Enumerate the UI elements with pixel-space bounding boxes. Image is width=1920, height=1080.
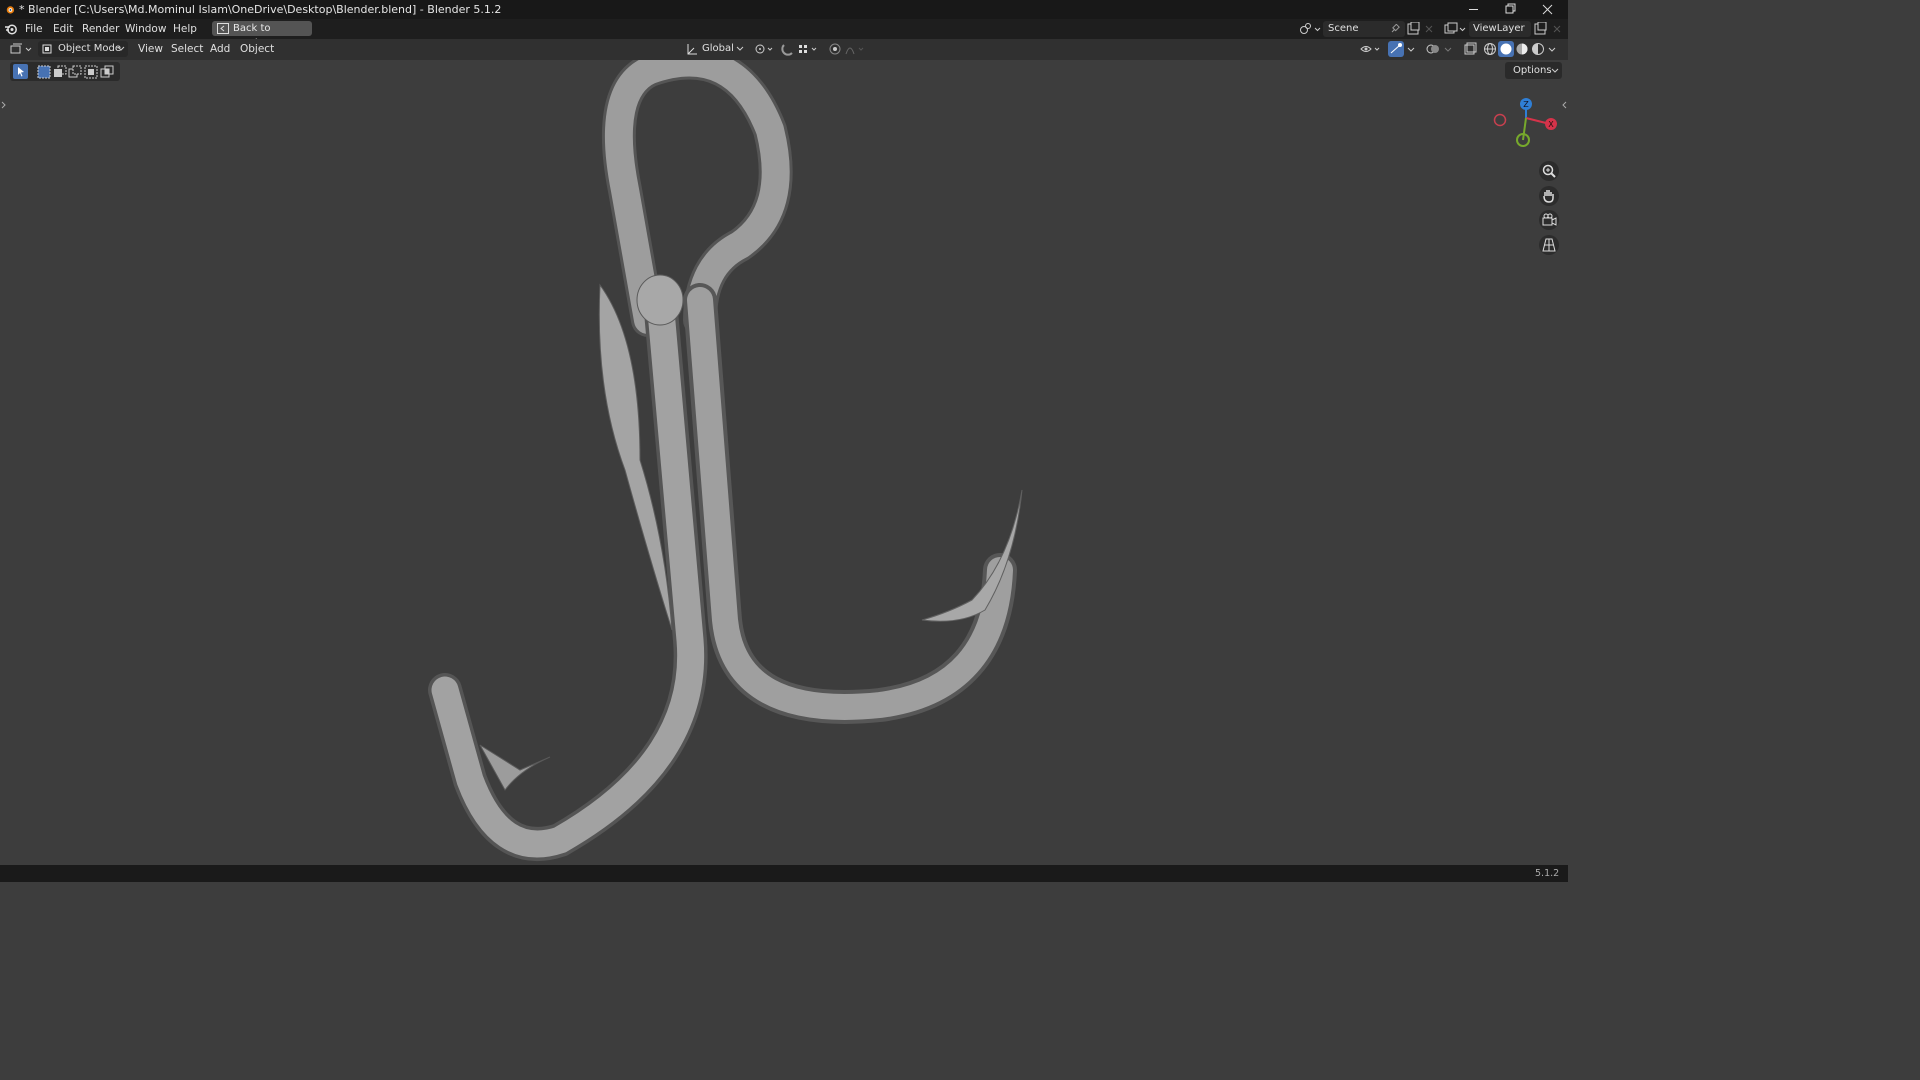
navigation-gizmo[interactable]: Z X — [1488, 94, 1564, 154]
select-tool-button[interactable] — [13, 64, 28, 79]
title-bar: * Blender [C:\Users\Md.Mominul Islam\One… — [0, 0, 1568, 19]
camera-view-icon — [1542, 213, 1557, 226]
menu-view[interactable]: View — [138, 39, 163, 59]
solid-shading-icon — [1500, 43, 1512, 55]
back-to-previous-button[interactable]: Back to Previous — [212, 21, 312, 49]
select-extend-icon[interactable] — [53, 65, 67, 79]
perspective-grid-icon — [1542, 238, 1556, 252]
overlays-icon[interactable] — [1425, 41, 1441, 57]
menu-select[interactable]: Select — [171, 39, 203, 59]
pivot-point-icon[interactable] — [753, 41, 775, 57]
wireframe-shading-icon[interactable] — [1482, 41, 1498, 57]
menu-add[interactable]: Add — [210, 39, 230, 59]
new-view-layer-icon[interactable] — [1533, 22, 1547, 36]
falloff-curve-icon[interactable] — [844, 41, 868, 57]
chevron-down-icon — [736, 46, 744, 51]
delete-scene-icon[interactable] — [1423, 22, 1435, 36]
chevron-down-icon — [117, 46, 125, 51]
transform-orientation-dropdown[interactable]: Global — [683, 41, 747, 57]
select-new-icon[interactable] — [37, 65, 51, 79]
pin-icon[interactable] — [1390, 24, 1400, 34]
fishing-hook-model[interactable] — [0, 60, 1568, 865]
scene-name-field[interactable]: Scene — [1323, 21, 1405, 37]
camera-view-button[interactable] — [1539, 210, 1559, 230]
restore-icon[interactable] — [1492, 0, 1528, 19]
menu-window[interactable]: Window — [125, 19, 166, 39]
select-mode-toolbar — [10, 62, 120, 81]
viewport-header: Object Mode View Select Add Object Globa… — [0, 39, 1568, 60]
blender-menu-icon[interactable] — [4, 23, 18, 35]
delete-view-layer-icon[interactable] — [1551, 22, 1563, 36]
editor-type-icon[interactable] — [10, 42, 34, 56]
version-label: 5.1.2 — [1535, 868, 1560, 879]
pan-button[interactable] — [1539, 186, 1559, 206]
chevron-down-icon[interactable] — [1442, 41, 1454, 57]
select-invert-icon[interactable] — [84, 65, 98, 79]
scene-label: Scene — [1328, 23, 1359, 34]
status-bar: 5.1.2 — [0, 865, 1568, 882]
snap-magnet-icon[interactable] — [780, 41, 796, 57]
chevron-down-icon[interactable] — [1405, 41, 1417, 57]
menu-render[interactable]: Render — [82, 19, 119, 39]
transform-orientation-label: Global — [702, 43, 734, 54]
rendered-shading-icon[interactable] — [1530, 41, 1546, 57]
menu-help[interactable]: Help — [173, 19, 197, 39]
solid-shading-button[interactable] — [1498, 41, 1514, 57]
view-layer-icon[interactable] — [1444, 22, 1468, 36]
new-scene-icon[interactable] — [1406, 22, 1420, 36]
view-layer-label: ViewLayer — [1473, 23, 1525, 34]
select-intersect-icon[interactable] — [100, 65, 114, 79]
blender-logo-icon — [6, 6, 15, 14]
zoom-button[interactable] — [1539, 161, 1559, 181]
snap-increment-icon[interactable] — [797, 41, 821, 57]
back-screen-icon — [217, 23, 229, 34]
zoom-icon — [1542, 164, 1556, 178]
minimize-icon[interactable] — [1456, 0, 1492, 19]
perspective-toggle-button[interactable] — [1539, 235, 1559, 255]
options-dropdown[interactable]: Options — [1505, 62, 1562, 79]
scene-selector-icon[interactable] — [1298, 22, 1322, 36]
gizmo-neg-x-axis[interactable] — [1493, 113, 1507, 127]
top-menu-bar: File Edit Render Window Help Back to Pre… — [0, 19, 1568, 49]
select-subtract-icon[interactable] — [68, 65, 82, 79]
chevron-down-icon[interactable] — [1546, 41, 1558, 57]
window-title: * Blender [C:\Users\Md.Mominul Islam\One… — [19, 3, 502, 16]
gizmo-x-label: X — [1548, 120, 1554, 129]
object-mode-dropdown[interactable]: Object Mode — [38, 41, 128, 57]
sidebar-expand-left-icon[interactable] — [0, 100, 8, 110]
menu-file[interactable]: File — [25, 19, 43, 39]
close-icon[interactable] — [1530, 0, 1566, 19]
gizmo-toggle-button[interactable] — [1388, 41, 1404, 57]
orientation-axes-icon — [687, 44, 697, 55]
options-label: Options — [1513, 65, 1552, 76]
object-mode-label: Object Mode — [58, 43, 121, 54]
chevron-down-icon — [1551, 68, 1559, 73]
material-preview-icon[interactable] — [1514, 41, 1530, 57]
visibility-eye-icon[interactable] — [1360, 41, 1384, 57]
view-layer-name-field[interactable]: ViewLayer — [1469, 21, 1531, 37]
cursor-arrow-icon — [18, 67, 24, 77]
gizmo-icon — [1390, 43, 1402, 54]
menu-edit[interactable]: Edit — [53, 19, 73, 39]
3d-viewport[interactable] — [0, 60, 1568, 865]
object-mode-icon — [42, 44, 52, 54]
xray-toggle-icon[interactable] — [1462, 41, 1478, 57]
proportional-editing-icon[interactable] — [827, 41, 843, 57]
menu-object[interactable]: Object — [240, 39, 274, 59]
hand-pan-icon — [1543, 190, 1554, 203]
gizmo-z-label: Z — [1523, 100, 1529, 109]
